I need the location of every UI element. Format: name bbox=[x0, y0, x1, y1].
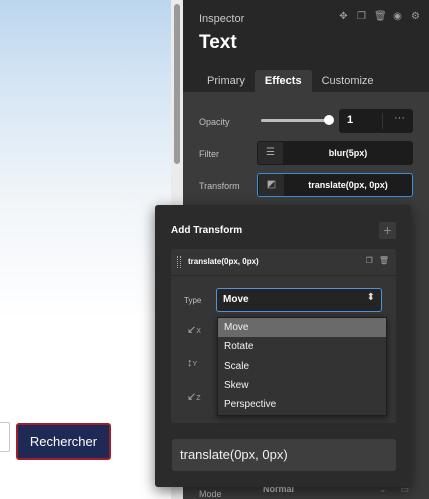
transform-field[interactable]: ◩ translate(0px, 0px) bbox=[257, 173, 413, 197]
mode-label: Mode bbox=[199, 489, 222, 499]
tab-effects[interactable]: Effects bbox=[254, 70, 312, 92]
filter-label: Filter bbox=[199, 149, 219, 159]
element-title: Text bbox=[199, 32, 237, 53]
transform-css-output[interactable]: translate(0px, 0px) bbox=[172, 439, 396, 471]
type-select-value: Move bbox=[223, 294, 249, 305]
canvas-scrollbar-thumb[interactable] bbox=[174, 4, 180, 164]
gear-icon[interactable]: ⚙ bbox=[410, 11, 421, 22]
inspector-label: Inspector bbox=[199, 13, 245, 25]
opacity-input[interactable]: 1 ··· bbox=[339, 109, 413, 133]
duplicate-icon[interactable]: ❐ bbox=[366, 256, 373, 265]
opacity-slider-handle[interactable] bbox=[324, 115, 334, 125]
opacity-label: Opacity bbox=[199, 117, 230, 127]
axis-x-icon: ↙X bbox=[187, 324, 201, 336]
transform-icon: ◩ bbox=[259, 174, 284, 196]
axis-y-icon: ↕Y bbox=[187, 357, 198, 369]
type-select[interactable]: Move ⬍ bbox=[216, 288, 382, 312]
move-icon[interactable]: ✥ bbox=[338, 11, 349, 22]
search-input[interactable] bbox=[0, 422, 10, 452]
search-button[interactable]: Rechercher bbox=[16, 423, 111, 460]
option-scale[interactable]: Scale bbox=[218, 357, 386, 376]
filter-value: blur(5px) bbox=[328, 148, 368, 158]
inspector-header: Inspector Text ✥ ❐ 🗑 ◉ ⚙ Primary Effects… bbox=[183, 0, 429, 92]
header-actions: ✥ ❐ 🗑 ◉ ⚙ bbox=[338, 11, 421, 22]
option-skew[interactable]: Skew bbox=[218, 376, 386, 395]
tab-customize[interactable]: Customize bbox=[312, 70, 384, 92]
option-rotate[interactable]: Rotate bbox=[218, 337, 386, 356]
sliders-icon: ☰ bbox=[258, 142, 283, 164]
type-dropdown: Move Rotate Scale Skew Perspective bbox=[217, 317, 387, 416]
option-perspective[interactable]: Perspective bbox=[218, 395, 386, 414]
axis-z-icon: ↙Z bbox=[187, 391, 201, 403]
opacity-value: 1 bbox=[347, 114, 354, 126]
opacity-slider-track[interactable] bbox=[261, 119, 331, 122]
duplicate-icon[interactable]: ❐ bbox=[356, 11, 367, 22]
inspector-tabs: Primary Effects Customize bbox=[197, 70, 384, 92]
trash-icon[interactable]: 🗑 bbox=[374, 11, 387, 22]
popup-title: Add Transform bbox=[171, 225, 243, 236]
transform-item-header: translate(0px, 0px) ❐ 🗑 bbox=[171, 249, 396, 276]
eye-icon[interactable]: ◉ bbox=[392, 11, 403, 22]
chevron-up-down-icon: ⬍ bbox=[366, 292, 375, 303]
add-icon[interactable]: + bbox=[379, 222, 396, 239]
transform-item-name: translate(0px, 0px) bbox=[188, 257, 259, 266]
option-move[interactable]: Move bbox=[218, 318, 386, 338]
transform-label: Transform bbox=[199, 181, 240, 191]
drag-handle-icon[interactable] bbox=[177, 256, 181, 268]
transform-value: translate(0px, 0px) bbox=[308, 180, 388, 190]
type-label: Type bbox=[184, 296, 202, 305]
tab-primary[interactable]: Primary bbox=[197, 70, 255, 92]
filter-field[interactable]: ☰ blur(5px) bbox=[257, 141, 413, 165]
more-icon[interactable]: ··· bbox=[394, 112, 405, 124]
trash-icon[interactable]: 🗑 bbox=[379, 256, 389, 265]
